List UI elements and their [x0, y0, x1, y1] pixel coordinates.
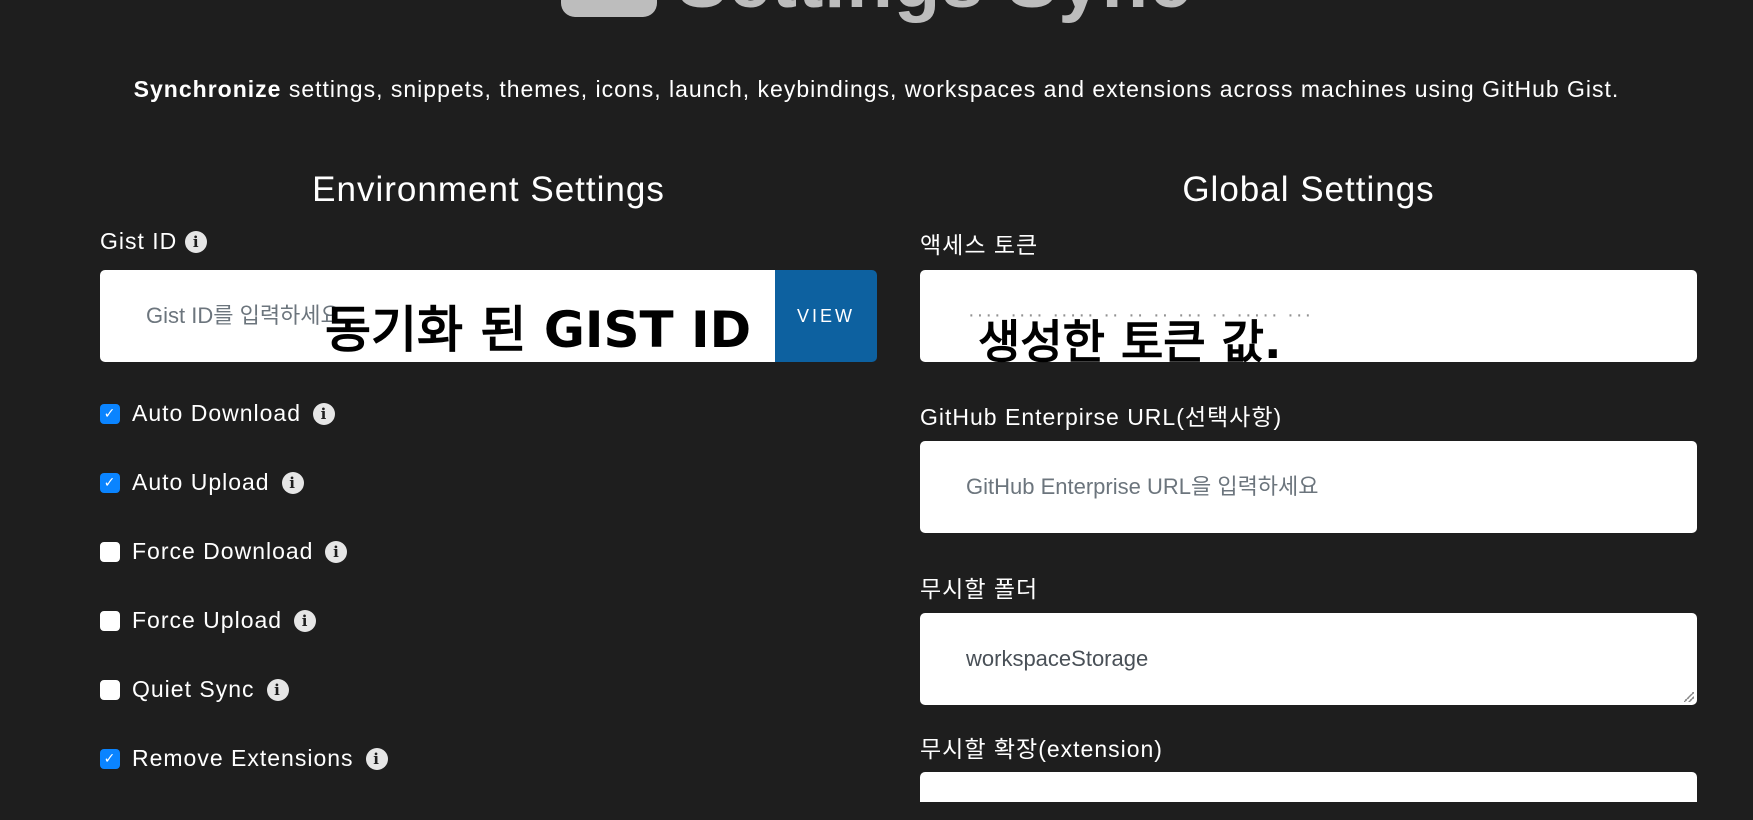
checkbox-row-remove-extensions[interactable]: ✓ Remove Extensions i: [100, 745, 388, 772]
ignore-extensions-field[interactable]: [920, 772, 1697, 802]
info-icon[interactable]: i: [365, 747, 388, 770]
info-icon[interactable]: i: [185, 230, 208, 253]
access-token-label: 액세스 토큰: [920, 232, 1039, 258]
checkbox-label[interactable]: Remove Extensions: [132, 745, 354, 772]
checkbox-label[interactable]: Quiet Sync: [132, 676, 255, 703]
info-icon[interactable]: i: [325, 540, 348, 563]
checkbox-checked-icon[interactable]: ✓: [100, 403, 120, 424]
ignore-extensions-label: 무시할 확장(extension): [920, 736, 1163, 762]
sync-logo-icon: [560, 0, 657, 17]
global-settings-title: Global Settings: [1182, 170, 1435, 209]
info-icon[interactable]: i: [281, 471, 304, 494]
checkbox-row-force-upload[interactable]: ✓ Force Upload i: [100, 607, 317, 634]
app-title-text: Settings Sync: [677, 0, 1193, 24]
info-icon[interactable]: i: [313, 402, 335, 425]
access-token-masked-value: ···· ···· ····· ·· ·· ·· ··· ·· ····· ··…: [968, 304, 1314, 326]
ignore-folders-label: 무시할 폴더: [920, 576, 1039, 602]
gist-id-input[interactable]: [100, 270, 775, 362]
checkbox-unchecked-icon[interactable]: ✓: [100, 679, 120, 700]
checkbox-unchecked-icon[interactable]: ✓: [100, 541, 120, 562]
enterprise-url-field: [920, 441, 1697, 533]
checkbox-label[interactable]: Auto Upload: [132, 469, 270, 496]
view-gist-button[interactable]: VIEW: [775, 270, 877, 362]
resize-handle-icon[interactable]: [1684, 692, 1694, 702]
app-title: Settings Sync: [0, 0, 1753, 24]
environment-settings-title: Environment Settings: [312, 170, 665, 209]
checkbox-label[interactable]: Auto Download: [132, 400, 301, 427]
subtitle-bold: Synchronize: [133, 76, 282, 102]
checkbox-label[interactable]: Force Download: [132, 538, 313, 565]
checkbox-checked-icon[interactable]: ✓: [100, 748, 120, 769]
checkbox-row-quiet-sync[interactable]: ✓ Quiet Sync i: [100, 676, 289, 703]
checkbox-checked-icon[interactable]: ✓: [100, 472, 120, 493]
gist-id-field: [100, 270, 775, 362]
checkbox-row-auto-download[interactable]: ✓ Auto Download i: [100, 400, 335, 427]
info-icon[interactable]: i: [294, 609, 317, 632]
checkbox-unchecked-icon[interactable]: ✓: [100, 610, 120, 631]
access-token-field[interactable]: ···· ···· ····· ·· ·· ·· ··· ·· ····· ··…: [920, 270, 1697, 362]
checkbox-row-auto-upload[interactable]: ✓ Auto Upload i: [100, 469, 304, 496]
subtitle-text: settings, snippets, themes, icons, launc…: [281, 76, 1620, 102]
ignore-folders-field: [920, 613, 1697, 705]
app-subtitle: Synchronize settings, snippets, themes, …: [0, 76, 1753, 103]
enterprise-url-input[interactable]: [920, 441, 1697, 533]
ignore-folders-textarea[interactable]: [920, 613, 1697, 705]
checkbox-label[interactable]: Force Upload: [132, 607, 282, 634]
checkbox-row-force-download[interactable]: ✓ Force Download i: [100, 538, 348, 565]
enterprise-url-label: GitHub Enterpirse URL(선택사항): [920, 404, 1283, 430]
gist-id-label: Gist ID i: [100, 228, 208, 255]
info-icon[interactable]: i: [266, 678, 289, 701]
gist-id-label-text: Gist ID: [100, 228, 178, 254]
